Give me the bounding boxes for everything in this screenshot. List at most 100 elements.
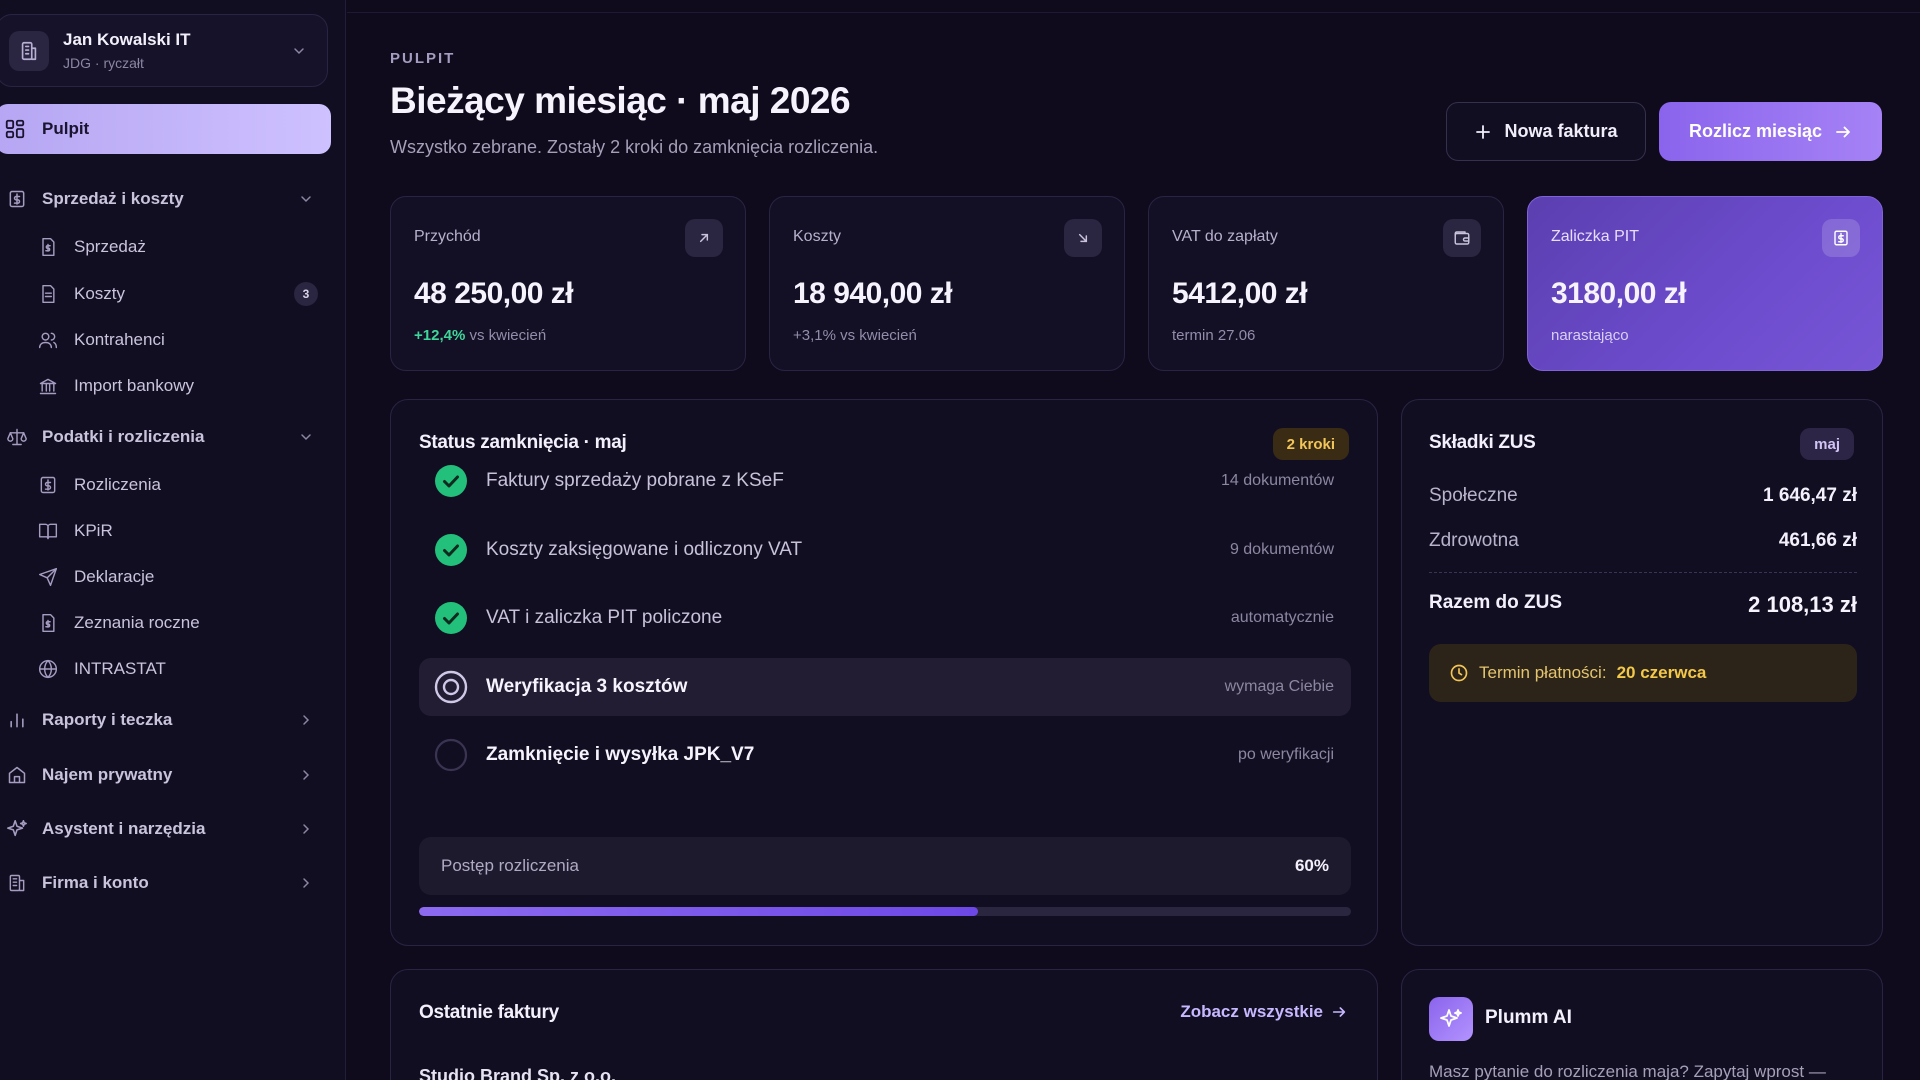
sidebar: Jan Kowalski IT JDG · ryczałt Pulpit Spr… xyxy=(0,0,346,1080)
zus-label: Społeczne xyxy=(1429,485,1518,506)
document-icon xyxy=(36,284,60,304)
nav-item-deklaracje[interactable]: Deklaracje xyxy=(36,557,326,597)
arrow-right-icon xyxy=(1331,1004,1347,1020)
step-label: Weryfikacja 3 kosztów xyxy=(486,676,688,697)
nav-item-sprzedaz[interactable]: Sprzedaż xyxy=(36,227,326,267)
nav-item-pulpit[interactable]: Pulpit xyxy=(0,104,331,154)
kpi-card-revenue[interactable]: Przychód 48 250,00 zł +12,4% vs kwiecień xyxy=(390,196,746,371)
check-circle-icon xyxy=(434,464,468,498)
bar-chart-icon xyxy=(6,710,28,730)
scale-icon xyxy=(6,427,28,447)
link-label: Zobacz wszystkie xyxy=(1180,1002,1323,1021)
organization-switcher[interactable]: Jan Kowalski IT JDG · ryczałt xyxy=(0,14,328,87)
button-label: Rozlicz miesiąc xyxy=(1688,121,1823,141)
nav-section-company[interactable]: Firma i konto xyxy=(0,863,330,903)
nav-item-label: KPiR xyxy=(74,521,113,540)
nav-item-kontrahenci[interactable]: Kontrahenci xyxy=(36,320,326,360)
nav-section-reports[interactable]: Raporty i teczka xyxy=(0,700,330,740)
kpi-card-costs[interactable]: Koszty 18 940,00 zł +3,1% vs kwiecień xyxy=(769,196,1125,371)
nav-item-zeznania-roczne[interactable]: Zeznania roczne xyxy=(36,603,326,643)
nav-section-taxes[interactable]: Podatki i rozliczenia xyxy=(0,417,330,457)
nav-section-label: Asystent i narzędzia xyxy=(42,819,206,838)
month-badge: maj xyxy=(1800,428,1854,460)
checklist-step-costs[interactable]: Koszty zaksięgowane i odliczony VAT 9 do… xyxy=(419,521,1351,579)
checklist-step-verification[interactable]: Weryfikacja 3 kosztów wymaga Ciebie xyxy=(419,658,1351,716)
target-circle-icon xyxy=(434,670,468,704)
step-meta: po weryfikacji xyxy=(1237,746,1334,763)
nav-item-label: INTRASTAT xyxy=(74,659,166,678)
bank-icon xyxy=(36,376,60,396)
kpi-label: Przychód xyxy=(414,228,481,245)
check-circle-icon xyxy=(434,533,468,567)
book-icon xyxy=(36,521,60,541)
zus-row-social: Społeczne 1 646,47 zł xyxy=(1429,485,1857,507)
wallet-icon xyxy=(1443,219,1481,257)
nav-section-sales-costs[interactable]: Sprzedaż i koszty xyxy=(0,179,330,219)
step-label: Koszty zaksięgowane i odliczony VAT xyxy=(486,539,803,560)
nav-item-koszty[interactable]: Koszty 3 xyxy=(36,274,326,314)
card-title: Status zamknięcia · maj xyxy=(419,432,627,453)
zus-value: 1 646,47 zł xyxy=(1762,485,1857,506)
zus-row-health: Zdrowotna 461,66 zł xyxy=(1429,530,1857,552)
see-all-link[interactable]: Zobacz wszystkie xyxy=(1180,1002,1347,1022)
nav-item-rozliczenia[interactable]: Rozliczenia xyxy=(36,465,326,505)
dollar-doc-icon xyxy=(36,475,60,495)
nav-section-rental[interactable]: Najem prywatny xyxy=(0,755,330,795)
ai-title: Plumm AI xyxy=(1485,1007,1572,1028)
recent-invoices-card: Ostatnie faktury Zobacz wszystkie Studio… xyxy=(390,969,1378,1080)
ai-prompt-text: Masz pytanie do rozliczenia maja? Zapyta… xyxy=(1429,1062,1826,1080)
globe-icon xyxy=(36,659,60,679)
nav-item-label: Deklaracje xyxy=(74,567,155,586)
kpi-delta: +12,4% xyxy=(414,327,466,344)
checklist-step-vat-pit[interactable]: VAT i zaliczka PIT policzone automatyczn… xyxy=(419,589,1351,647)
kpi-footnote: narastająco xyxy=(1551,327,1629,344)
due-label: Termin płatności: xyxy=(1479,663,1607,682)
kpi-card-pit[interactable]: Zaliczka PIT 3180,00 zł narastająco xyxy=(1527,196,1883,371)
step-meta: automatycznie xyxy=(1230,609,1334,626)
chevron-right-icon xyxy=(298,712,314,728)
chevron-down-icon xyxy=(298,191,314,207)
sparkles-icon xyxy=(1429,997,1473,1041)
page-eyebrow: PULPIT xyxy=(390,50,456,67)
users-icon xyxy=(36,330,60,350)
checklist-step-ksef[interactable]: Faktury sprzedaży pobrane z KSeF 14 doku… xyxy=(419,452,1351,510)
kpi-footnote: +3,1% vs kwiecień xyxy=(793,327,917,344)
due-date: 20 czerwca xyxy=(1616,663,1707,682)
arrow-down-right-icon xyxy=(1064,219,1102,257)
arrow-right-icon xyxy=(1834,123,1852,141)
nav-item-label: Pulpit xyxy=(42,119,90,138)
progress-bar-fill xyxy=(419,907,979,916)
step-label: VAT i zaliczka PIT policzone xyxy=(486,607,723,628)
kpi-label: VAT do zapłaty xyxy=(1172,228,1278,245)
invoice-row-client[interactable]: Studio Brand Sp. z o.o. xyxy=(419,1066,616,1080)
chevron-right-icon xyxy=(298,821,314,837)
arrow-up-right-icon xyxy=(685,219,723,257)
count-badge: 3 xyxy=(294,282,318,306)
page-subtitle: Wszystko zebrane. Zostały 2 kroki do zam… xyxy=(390,137,879,157)
nav-item-label: Koszty xyxy=(74,284,126,303)
page-title: Bieżący miesiąc · maj 2026 xyxy=(390,80,851,121)
nav-section-label: Podatki i rozliczenia xyxy=(42,427,205,446)
clock-icon xyxy=(1449,663,1469,683)
kpi-card-vat[interactable]: VAT do zapłaty 5412,00 zł termin 27.06 xyxy=(1148,196,1504,371)
building-icon xyxy=(9,30,49,71)
nav-item-intrastat[interactable]: INTRASTAT xyxy=(36,649,326,689)
nav-section-assistant[interactable]: Asystent i narzędzia xyxy=(0,809,330,849)
nav-section-label: Raporty i teczka xyxy=(42,710,173,729)
checklist-step-jpk[interactable]: Zamknięcie i wysyłka JPK_V7 po weryfikac… xyxy=(419,726,1351,784)
nav-item-label: Import bankowy xyxy=(74,376,194,395)
card-title: Ostatnie faktury xyxy=(419,1002,559,1023)
step-meta: 14 dokumentów xyxy=(1221,472,1334,489)
step-label: Zamknięcie i wysyłka JPK_V7 xyxy=(486,744,755,765)
new-invoice-button[interactable]: Nowa faktura xyxy=(1446,102,1646,161)
zus-card: Składki ZUS maj Społeczne 1 646,47 zł Zd… xyxy=(1401,399,1883,946)
plus-icon xyxy=(1474,123,1492,141)
progress-summary: Postęp rozliczenia 60% xyxy=(419,837,1351,895)
progress-value: 60% xyxy=(1294,856,1329,875)
ai-assistant-card: Plumm AI Masz pytanie do rozliczenia maj… xyxy=(1401,969,1883,1080)
check-circle-icon xyxy=(434,601,468,635)
nav-item-kpir[interactable]: KPiR xyxy=(36,511,326,551)
settle-month-button[interactable]: Rozlicz miesiąc xyxy=(1659,102,1882,161)
zus-label: Zdrowotna xyxy=(1429,530,1519,551)
nav-item-import-bankowy[interactable]: Import bankowy xyxy=(36,366,326,406)
